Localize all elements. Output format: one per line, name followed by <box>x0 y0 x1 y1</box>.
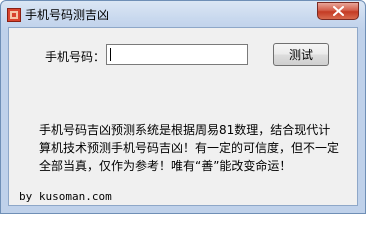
credit-text: by kusoman.com <box>19 190 112 203</box>
phone-input[interactable] <box>106 44 248 65</box>
title-bar[interactable]: 手机号码测吉凶 <box>1 1 365 27</box>
window-title: 手机号码测吉凶 <box>25 8 110 22</box>
test-button[interactable]: 测试 <box>273 43 329 66</box>
client-area: 手机号码： 测试 手机号码吉凶预测系统是根据周易81数理，结合现代计算机技术预测… <box>8 27 358 206</box>
app-icon <box>7 7 21 22</box>
text-cursor <box>110 48 111 61</box>
phone-label: 手机号码： <box>45 50 106 64</box>
app-window: 手机号码测吉凶 手机号码： 测试 手机号码吉凶预测系统是根据周易81数理，结合现… <box>0 0 366 214</box>
close-button[interactable] <box>317 2 359 20</box>
close-icon <box>333 6 344 16</box>
description-text: 手机号码吉凶预测系统是根据周易81数理，结合现代计算机技术预测手机号码吉凶！有一… <box>39 123 340 173</box>
